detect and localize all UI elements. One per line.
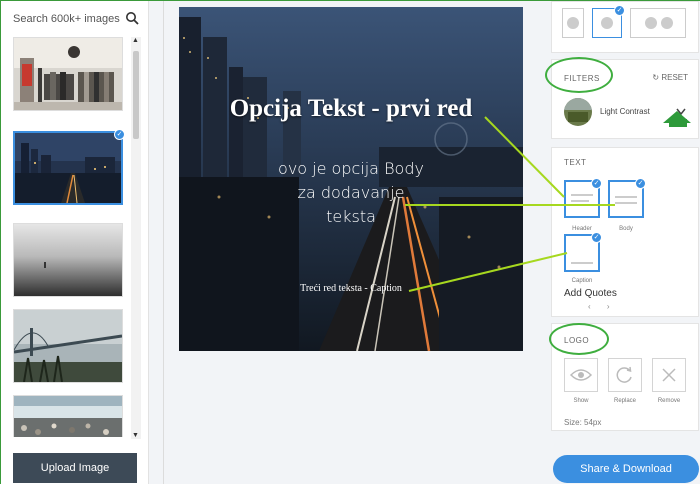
chevron-right-icon[interactable]: › — [607, 302, 610, 311]
share-download-button[interactable]: Share & Download — [553, 455, 699, 483]
logo-size: Size: 54px — [564, 418, 602, 427]
eye-icon — [569, 369, 593, 381]
check-icon: ✓ — [591, 178, 602, 189]
search-icon[interactable] — [125, 11, 139, 25]
logo-action-label: Show — [573, 398, 589, 404]
search-input[interactable]: Search 600k+ images — [13, 13, 120, 25]
check-icon: ✓ — [591, 232, 602, 243]
canvas-caption-text[interactable]: Treći red teksta - Caption — [179, 283, 523, 294]
layout-option-selected[interactable]: ✓ — [592, 5, 625, 38]
canvas-body-text[interactable]: ovo je opcija Body za dodavanje teksta — [239, 157, 463, 229]
text-template-body[interactable]: ✓ — [608, 178, 646, 218]
text-styles-card: TEXT ✓ Header ✓ Body ✓ Caption Add Quote… — [551, 147, 699, 317]
add-quotes-button[interactable]: Add Quotes — [564, 288, 617, 299]
image-thumbnail[interactable] — [13, 395, 123, 437]
logo-action-label: Replace — [613, 398, 636, 404]
chevron-left-icon[interactable]: ‹ — [588, 302, 591, 311]
scroll-down-arrow[interactable]: ▼ — [132, 432, 139, 439]
body-line: teksta — [326, 207, 376, 226]
remove-logo-button[interactable] — [652, 358, 686, 392]
chevron-down-icon[interactable] — [676, 108, 686, 116]
filter-preview-thumbnail — [564, 98, 592, 126]
canvas-header-text[interactable]: Opcija Tekst - prvi red — [179, 95, 523, 123]
editor-workspace: Opcija Tekst - prvi red ovo je opcija Bo… — [149, 1, 541, 484]
show-logo-button[interactable] — [564, 358, 598, 392]
text-title: TEXT — [564, 158, 587, 167]
scroll-up-arrow[interactable]: ▲ — [132, 37, 139, 44]
panel-divider — [163, 1, 164, 484]
scroll-thumb[interactable] — [133, 51, 139, 139]
image-thumbnail[interactable] — [13, 37, 123, 111]
layout-options-card: ✓ — [551, 1, 699, 53]
text-template-label: Caption — [571, 278, 593, 284]
annotation-ellipse-filters — [545, 57, 613, 93]
close-icon — [662, 368, 676, 382]
refresh-icon — [616, 366, 632, 383]
layout-option[interactable] — [630, 8, 686, 38]
text-template-label: Body — [619, 226, 633, 232]
upload-image-button[interactable]: Upload Image — [13, 453, 137, 483]
check-icon: ✓ — [614, 5, 625, 16]
reset-label: RESET — [661, 73, 688, 82]
refresh-icon: ↻ — [652, 73, 660, 82]
image-thumbnail[interactable] — [13, 309, 123, 383]
thumbnail-scrollbar[interactable]: ▲ ▼ — [131, 37, 141, 439]
logo-action-label: Remove — [657, 398, 681, 404]
body-line: za dodavanje — [297, 183, 405, 202]
check-icon: ✓ — [635, 178, 646, 189]
replace-logo-button[interactable] — [608, 358, 642, 392]
annotation-ellipse-logo — [549, 323, 609, 355]
reset-filters-button[interactable]: ↻ RESET — [652, 73, 688, 82]
image-library-panel: Search 600k+ images ✓ ▲ ▼ Upload Image — [1, 1, 149, 484]
quotes-pager[interactable]: ‹ › — [588, 302, 610, 311]
layout-option[interactable] — [562, 8, 584, 38]
text-template-caption[interactable]: ✓ — [564, 232, 602, 272]
image-thumbnail-selected[interactable]: ✓ — [13, 129, 125, 205]
check-icon: ✓ — [114, 129, 125, 140]
search-bar[interactable]: Search 600k+ images — [13, 11, 139, 29]
image-thumbnail[interactable] — [13, 223, 123, 297]
filter-select[interactable]: Light Contrast — [600, 107, 650, 116]
text-template-header[interactable]: ✓ — [564, 178, 602, 218]
design-canvas[interactable]: Opcija Tekst - prvi red ovo je opcija Bo… — [179, 7, 523, 351]
body-line: ovo je opcija Body — [278, 159, 424, 178]
image-thumbnail-list: ✓ — [13, 37, 125, 437]
